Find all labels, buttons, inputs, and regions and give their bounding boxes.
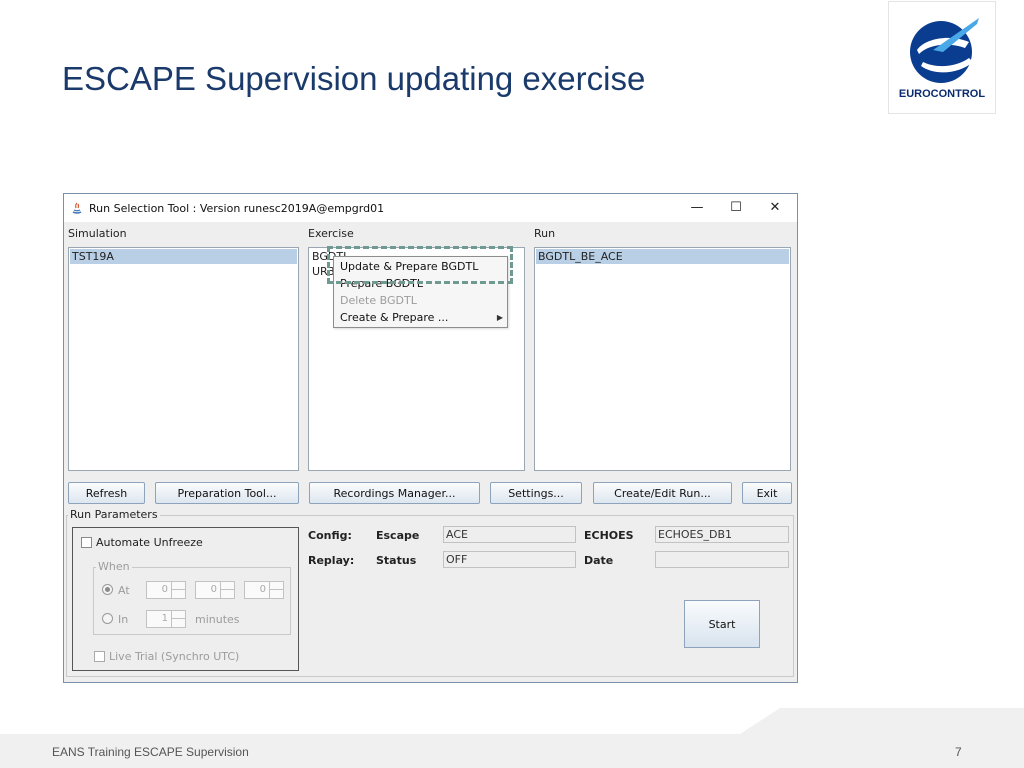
maximize-button[interactable]: ☐ — [721, 198, 751, 218]
list-item-tst19a[interactable]: TST19A — [70, 249, 297, 264]
date-field — [655, 551, 789, 568]
at-seconds-spinner[interactable]: 0 — [244, 581, 284, 599]
run-label: Run — [534, 227, 556, 240]
context-menu: Update & Prepare BGDTL Prepare BGDTL Del… — [333, 256, 508, 328]
config-label: Config: — [308, 529, 352, 542]
in-label: In — [118, 613, 129, 626]
at-hours-spinner[interactable]: 0 — [146, 581, 186, 599]
menu-item-update-prepare[interactable]: Update & Prepare BGDTL — [340, 259, 478, 275]
simulation-label: Simulation — [68, 227, 127, 240]
run-list[interactable]: BGDTL_BE_ACE — [534, 247, 791, 471]
echoes-field: ECHOES_DB1 — [655, 526, 789, 543]
spinner-arrows-icon[interactable] — [269, 582, 283, 598]
spinner-arrows-icon[interactable] — [171, 582, 185, 598]
exercise-label: Exercise — [308, 227, 354, 240]
status-field: OFF — [443, 551, 576, 568]
at-label: At — [118, 584, 130, 597]
replay-label: Replay: — [308, 554, 355, 567]
at-minutes-value: 0 — [210, 584, 217, 595]
page-number: 7 — [955, 745, 962, 759]
run-parameters-label: Run Parameters — [68, 508, 160, 521]
java-icon — [72, 202, 82, 214]
logo-text: EUROCONTROL — [898, 88, 986, 100]
escape-field: ACE — [443, 526, 576, 543]
close-button[interactable]: ✕ — [760, 198, 790, 218]
list-item-bgdtl-be-ace[interactable]: BGDTL_BE_ACE — [536, 249, 789, 264]
at-radio[interactable] — [102, 584, 113, 595]
minutes-label: minutes — [195, 613, 240, 626]
minimize-button[interactable]: — — [682, 198, 712, 218]
preparation-tool-button[interactable]: Preparation Tool... — [155, 482, 299, 504]
date-label: Date — [584, 554, 614, 567]
status-label: Status — [376, 554, 417, 567]
eurocontrol-logo-icon — [910, 18, 979, 83]
in-radio[interactable] — [102, 613, 113, 624]
automate-unfreeze-label: Automate Unfreeze — [96, 536, 203, 549]
spinner-arrows-icon[interactable] — [171, 611, 185, 627]
in-minutes-spinner[interactable]: 1 — [146, 610, 186, 628]
exit-button[interactable]: Exit — [742, 482, 792, 504]
automate-unfreeze-checkbox[interactable] — [81, 537, 92, 548]
menu-item-delete: Delete BGDTL — [340, 294, 417, 307]
simulation-list[interactable]: TST19A — [68, 247, 299, 471]
window-titlebar: Run Selection Tool : Version runesc2019A… — [64, 194, 797, 222]
recordings-manager-button[interactable]: Recordings Manager... — [309, 482, 480, 504]
at-seconds-value: 0 — [259, 584, 266, 595]
start-button[interactable]: Start — [684, 600, 760, 648]
run-selection-window: Run Selection Tool : Version runesc2019A… — [63, 193, 798, 683]
at-minutes-spinner[interactable]: 0 — [195, 581, 235, 599]
in-minutes-value: 1 — [161, 613, 168, 624]
spinner-arrows-icon[interactable] — [220, 582, 234, 598]
eurocontrol-logo: EUROCONTROL — [888, 1, 996, 114]
live-trial-label: Live Trial (Synchro UTC) — [109, 650, 240, 663]
slide-title: ESCAPE Supervision updating exercise — [62, 60, 646, 97]
submenu-arrow-icon: ▶ — [496, 313, 503, 322]
echoes-label: ECHOES — [584, 529, 634, 542]
refresh-button[interactable]: Refresh — [68, 482, 145, 504]
menu-item-prepare[interactable]: Prepare BGDTL — [340, 276, 423, 292]
when-label: When — [96, 560, 132, 573]
menu-item-create-prepare[interactable]: Create & Prepare ... — [340, 310, 448, 326]
escape-label: Escape — [376, 529, 420, 542]
live-trial-checkbox[interactable] — [94, 651, 105, 662]
footer-text: EANS Training ESCAPE Supervision — [52, 745, 249, 759]
create-edit-run-button[interactable]: Create/Edit Run... — [593, 482, 732, 504]
settings-button[interactable]: Settings... — [490, 482, 582, 504]
window-title: Run Selection Tool : Version runesc2019A… — [89, 202, 385, 215]
at-hours-value: 0 — [161, 584, 168, 595]
